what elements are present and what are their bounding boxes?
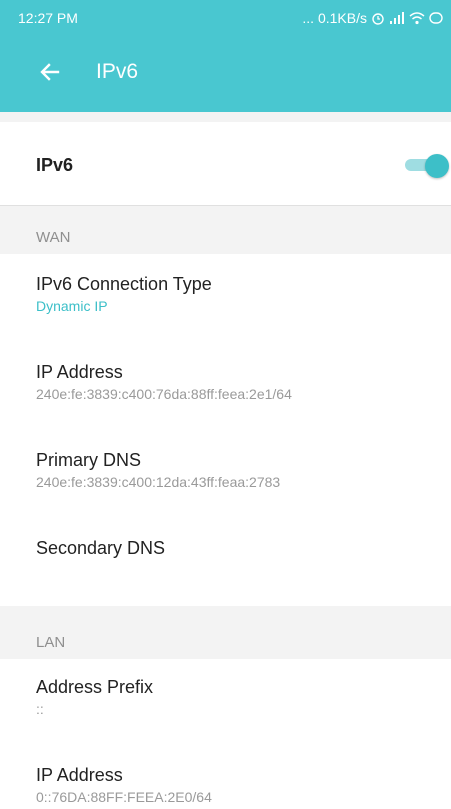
lan-panel: Address Prefix :: IP Address 0::76DA:88F…: [0, 659, 451, 809]
wan-secondary-dns: Secondary DNS: [36, 538, 165, 562]
wifi-icon: [409, 12, 425, 25]
wan-connection-type[interactable]: IPv6 Connection Type Dynamic IP: [36, 274, 212, 314]
item-label: Secondary DNS: [36, 538, 166, 558]
item-label: Primary DNS: [36, 450, 142, 470]
lan-section-header: LAN: [36, 634, 66, 651]
wan-ip-address: IP Address 240e:fe:3839:c400:76da:88ff:f…: [36, 362, 292, 402]
network-speed: ... 0.1KB/s: [302, 10, 367, 26]
lan-address-prefix: Address Prefix ::: [36, 677, 153, 717]
item-label: Address Prefix: [36, 677, 154, 697]
lan-ip-address: IP Address 0::76DA:88FF:FEEA:2E0/64: [36, 765, 212, 805]
ipv6-toggle[interactable]: [405, 154, 449, 178]
status-time: 12:27 PM: [18, 10, 78, 26]
wan-primary-dns: Primary DNS 240e:fe:3839:c400:12da:43ff:…: [36, 450, 280, 490]
page-title: IPv6: [96, 60, 139, 83]
wan-panel: IPv6 Connection Type Dynamic IP IP Addre…: [0, 254, 451, 606]
item-label: IP Address: [36, 362, 123, 382]
item-value: Dynamic IP: [36, 298, 108, 314]
status-bar: 12:27 PM ... 0.1KB/s: [0, 0, 451, 36]
battery-icon: [429, 12, 443, 24]
toggle-thumb: [425, 154, 449, 178]
back-arrow-icon[interactable]: [34, 56, 66, 88]
item-value: ::: [36, 701, 44, 717]
signal-icon: [390, 12, 404, 24]
alarm-icon: [372, 13, 384, 25]
app-bar: IPv6: [0, 36, 451, 112]
item-value: 0::76DA:88FF:FEEA:2E0/64: [36, 789, 212, 805]
item-label: IP Address: [36, 765, 123, 785]
status-indicators: ... 0.1KB/s: [302, 10, 443, 26]
item-value: 240e:fe:3839:c400:12da:43ff:feaa:2783: [36, 474, 281, 490]
ipv6-switch-row[interactable]: IPv6: [0, 122, 451, 206]
ipv6-switch-label: IPv6: [36, 155, 74, 175]
wan-section-header: WAN: [36, 229, 71, 246]
item-label: IPv6 Connection Type: [36, 274, 212, 294]
item-value: 240e:fe:3839:c400:76da:88ff:feea:2e1/64: [36, 386, 292, 402]
